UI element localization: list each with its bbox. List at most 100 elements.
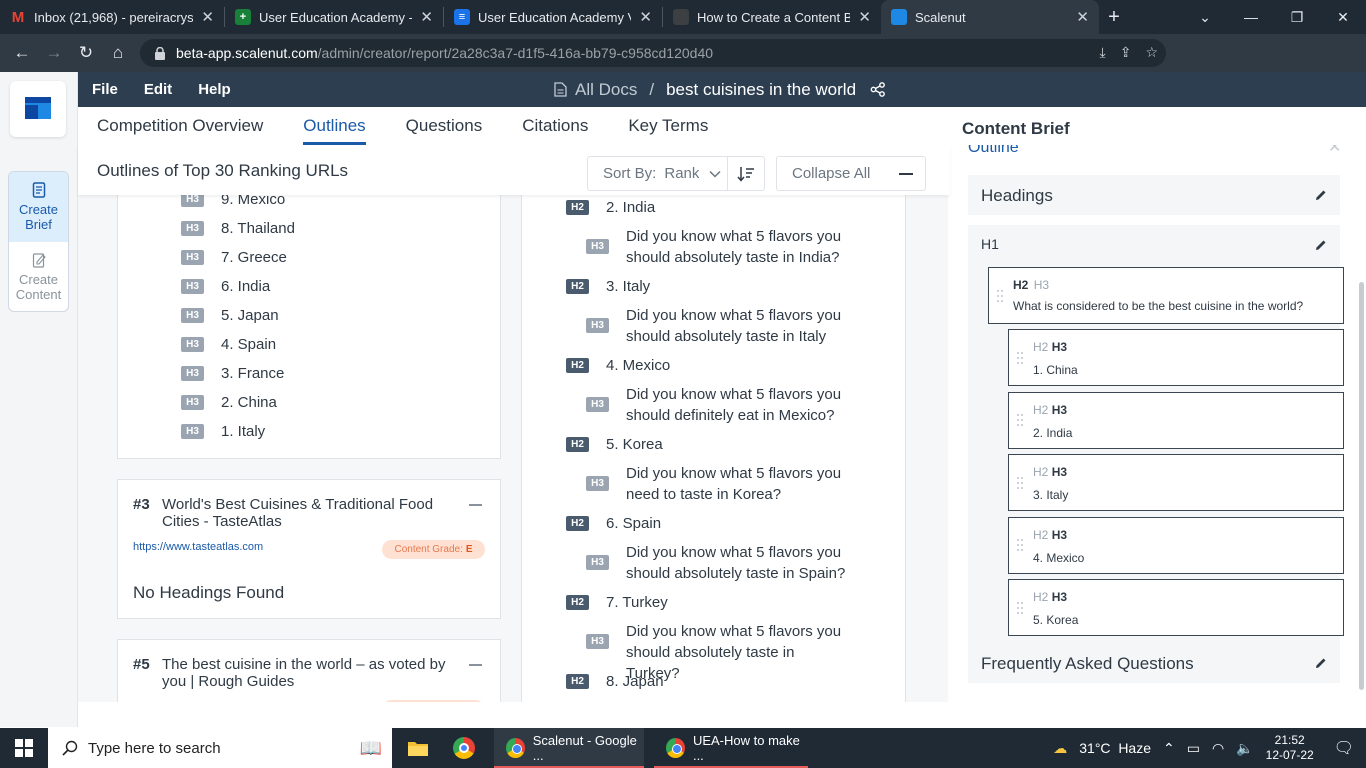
scalenut-logo[interactable] xyxy=(10,81,66,137)
collapse-result-icon[interactable] xyxy=(469,664,482,666)
result-title[interactable]: The best cuisine in the world – as voted… xyxy=(162,656,452,690)
edit-pencil-icon[interactable] xyxy=(1314,188,1328,202)
doc-title[interactable]: best cuisines in the world xyxy=(666,80,856,100)
drag-handle-icon[interactable] xyxy=(1016,538,1024,552)
menu-edit[interactable]: Edit xyxy=(144,81,172,98)
drag-handle-icon[interactable] xyxy=(996,289,1004,303)
drag-handle-icon[interactable] xyxy=(1016,601,1024,615)
outline-h2-row[interactable]: H2 2. India xyxy=(566,197,846,218)
collapse-result-icon[interactable] xyxy=(469,504,482,506)
close-icon[interactable]: ✕ xyxy=(1328,145,1341,157)
bookmark-star-icon[interactable]: ☆ xyxy=(1145,44,1158,61)
taskbar-search[interactable]: Type here to search 📖 xyxy=(48,728,392,768)
weather-icon[interactable]: ☁ xyxy=(1053,740,1067,757)
heading-text: 2. China xyxy=(221,394,277,411)
browser-tab-sheets[interactable]: + User Education Academy - G ✕ xyxy=(225,0,443,34)
create-brief-button[interactable]: Create Brief xyxy=(9,172,68,242)
drag-handle-icon[interactable] xyxy=(1016,351,1024,365)
result-card-5[interactable]: #5 The best cuisine in the world – as vo… xyxy=(117,639,501,702)
forward-icon[interactable]: → xyxy=(38,37,70,69)
outline-heading-card-h3[interactable]: H2 H3 1. China xyxy=(1008,329,1344,386)
outline-h3-row[interactable]: H3 Did you know what 5 flavors you should… xyxy=(586,384,851,426)
result-url[interactable]: https://www.tasteatlas.com xyxy=(133,541,263,553)
clock[interactable]: 21:52 12-07-22 xyxy=(1266,733,1314,763)
outline-h3-row[interactable]: H3 8. Thailand xyxy=(181,218,295,239)
headings-section: Headings xyxy=(968,175,1340,215)
outline-h3-row[interactable]: H3 Did you know what 5 flavors you should… xyxy=(586,305,851,347)
outline-h2-row[interactable]: H2 6. Spain xyxy=(566,513,846,534)
browser-tab-gmail[interactable]: M Inbox (21,968) - pereiracrysta ✕ xyxy=(0,0,224,34)
outline-h3-row[interactable]: H3 4. Spain xyxy=(181,334,276,355)
sort-order-icon[interactable] xyxy=(727,157,764,190)
edit-pencil-icon[interactable] xyxy=(1314,238,1328,252)
install-icon[interactable]: ⤓ xyxy=(1100,44,1106,61)
tab-citations[interactable]: Citations xyxy=(522,107,588,145)
outline-h3-row[interactable]: H3 6. India xyxy=(181,276,270,297)
outline-heading-card-h3[interactable]: H2 H3 2. India xyxy=(1008,391,1344,449)
outline-h2-row[interactable]: H2 8. Japan xyxy=(566,671,846,692)
outline-h3-row[interactable]: H3 7. Greece xyxy=(181,247,287,268)
windows-start-icon[interactable] xyxy=(0,728,48,768)
outline-h3-row[interactable]: H3 5. Japan xyxy=(181,305,279,326)
minimize-icon[interactable]: — xyxy=(1228,9,1274,25)
outline-heading-card-h2[interactable]: H2 H3 What is considered to be the best … xyxy=(988,267,1344,324)
new-tab-button[interactable]: + xyxy=(1099,0,1129,34)
close-tab-icon[interactable]: ✕ xyxy=(858,8,871,26)
all-docs-link[interactable]: All Docs xyxy=(575,80,637,100)
outline-h2-row[interactable]: H2 4. Mexico xyxy=(566,355,846,376)
browser-tab-scalenut[interactable]: Scalenut ✕ xyxy=(881,0,1099,34)
reload-icon[interactable]: ↻ xyxy=(70,37,102,69)
outline-h3-row[interactable]: H3 Did you know what 5 flavors you should… xyxy=(586,542,851,584)
brief-scrollbar-thumb[interactable] xyxy=(1359,282,1364,690)
outline-h2-row[interactable]: H2 7. Turkey xyxy=(566,592,846,613)
tab-search-icon[interactable]: ⌄ xyxy=(1182,9,1228,26)
close-tab-icon[interactable]: ✕ xyxy=(201,8,214,26)
back-icon[interactable]: ← xyxy=(6,37,38,69)
volume-icon[interactable]: 🔈 xyxy=(1236,740,1253,757)
menu-help[interactable]: Help xyxy=(198,81,231,98)
home-icon[interactable]: ⌂ xyxy=(102,37,134,69)
outline-h2-row[interactable]: H2 3. Italy xyxy=(566,276,846,297)
drag-handle-icon[interactable] xyxy=(1016,476,1024,490)
outline-heading-card-h3[interactable]: H2 H3 4. Mexico xyxy=(1008,516,1344,574)
close-tab-icon[interactable]: ✕ xyxy=(1076,8,1089,26)
outline-h3-row[interactable]: H3 Did you know what 5 flavors you should… xyxy=(586,226,851,268)
outline-heading-card-h3[interactable]: H2 H3 5. Korea xyxy=(1008,579,1344,636)
result-card-3[interactable]: #3 World's Best Cuisines & Traditional F… xyxy=(117,479,501,619)
create-content-button[interactable]: Create Content xyxy=(9,242,68,311)
chevron-up-icon[interactable]: ⌃ xyxy=(1163,740,1175,757)
close-tab-icon[interactable]: ✕ xyxy=(639,8,652,26)
tab-outlines[interactable]: Outlines xyxy=(303,107,367,145)
sort-dropdown[interactable]: Sort By: Rank xyxy=(587,156,765,191)
notifications-icon[interactable]: 🗨 xyxy=(1334,738,1354,758)
file-explorer-icon[interactable] xyxy=(400,734,436,762)
outline-h2-row[interactable]: H2 5. Korea xyxy=(566,434,846,455)
battery-icon[interactable]: ▭ xyxy=(1187,740,1200,757)
share-icon[interactable] xyxy=(870,82,886,97)
browser-tab-docs[interactable]: ≡ User Education Academy Vid ✕ xyxy=(444,0,662,34)
outline-h3-row[interactable]: H3 9. Mexico xyxy=(181,195,285,210)
outline-h3-row[interactable]: H3 Did you know what 5 flavors you need t… xyxy=(586,463,851,505)
outline-h3-row[interactable]: H3 3. France xyxy=(181,363,284,384)
maximize-icon[interactable]: ❐ xyxy=(1274,9,1320,26)
chrome-icon[interactable] xyxy=(446,734,482,762)
tab-competition-overview[interactable]: Competition Overview xyxy=(97,107,263,145)
outline-h3-row[interactable]: H3 1. Italy xyxy=(181,421,265,442)
close-tab-icon[interactable]: ✕ xyxy=(420,8,433,26)
edit-pencil-icon[interactable] xyxy=(1314,656,1328,670)
taskbar-app-uea[interactable]: UEA-How to make ... xyxy=(654,728,808,768)
drag-handle-icon[interactable] xyxy=(1016,413,1024,427)
result-title[interactable]: World's Best Cuisines & Traditional Food… xyxy=(162,496,452,530)
menu-file[interactable]: File xyxy=(92,81,118,98)
browser-tab-article[interactable]: How to Create a Content Brie ✕ xyxy=(663,0,881,34)
close-window-icon[interactable]: ✕ xyxy=(1320,9,1366,26)
share-icon[interactable]: ⇪ xyxy=(1120,44,1132,61)
taskbar-app-scalenut[interactable]: Scalenut - Google ... xyxy=(494,728,644,768)
wifi-icon[interactable]: ◠ xyxy=(1212,740,1224,757)
tab-key-terms[interactable]: Key Terms xyxy=(628,107,708,145)
outline-heading-card-h3[interactable]: H2 H3 3. Italy xyxy=(1008,454,1344,511)
outline-h3-row[interactable]: H3 2. China xyxy=(181,392,277,413)
collapse-all-button[interactable]: Collapse All xyxy=(776,156,926,191)
url-bar[interactable]: beta-app.scalenut.com/admin/creator/repo… xyxy=(140,39,1166,67)
tab-questions[interactable]: Questions xyxy=(406,107,483,145)
